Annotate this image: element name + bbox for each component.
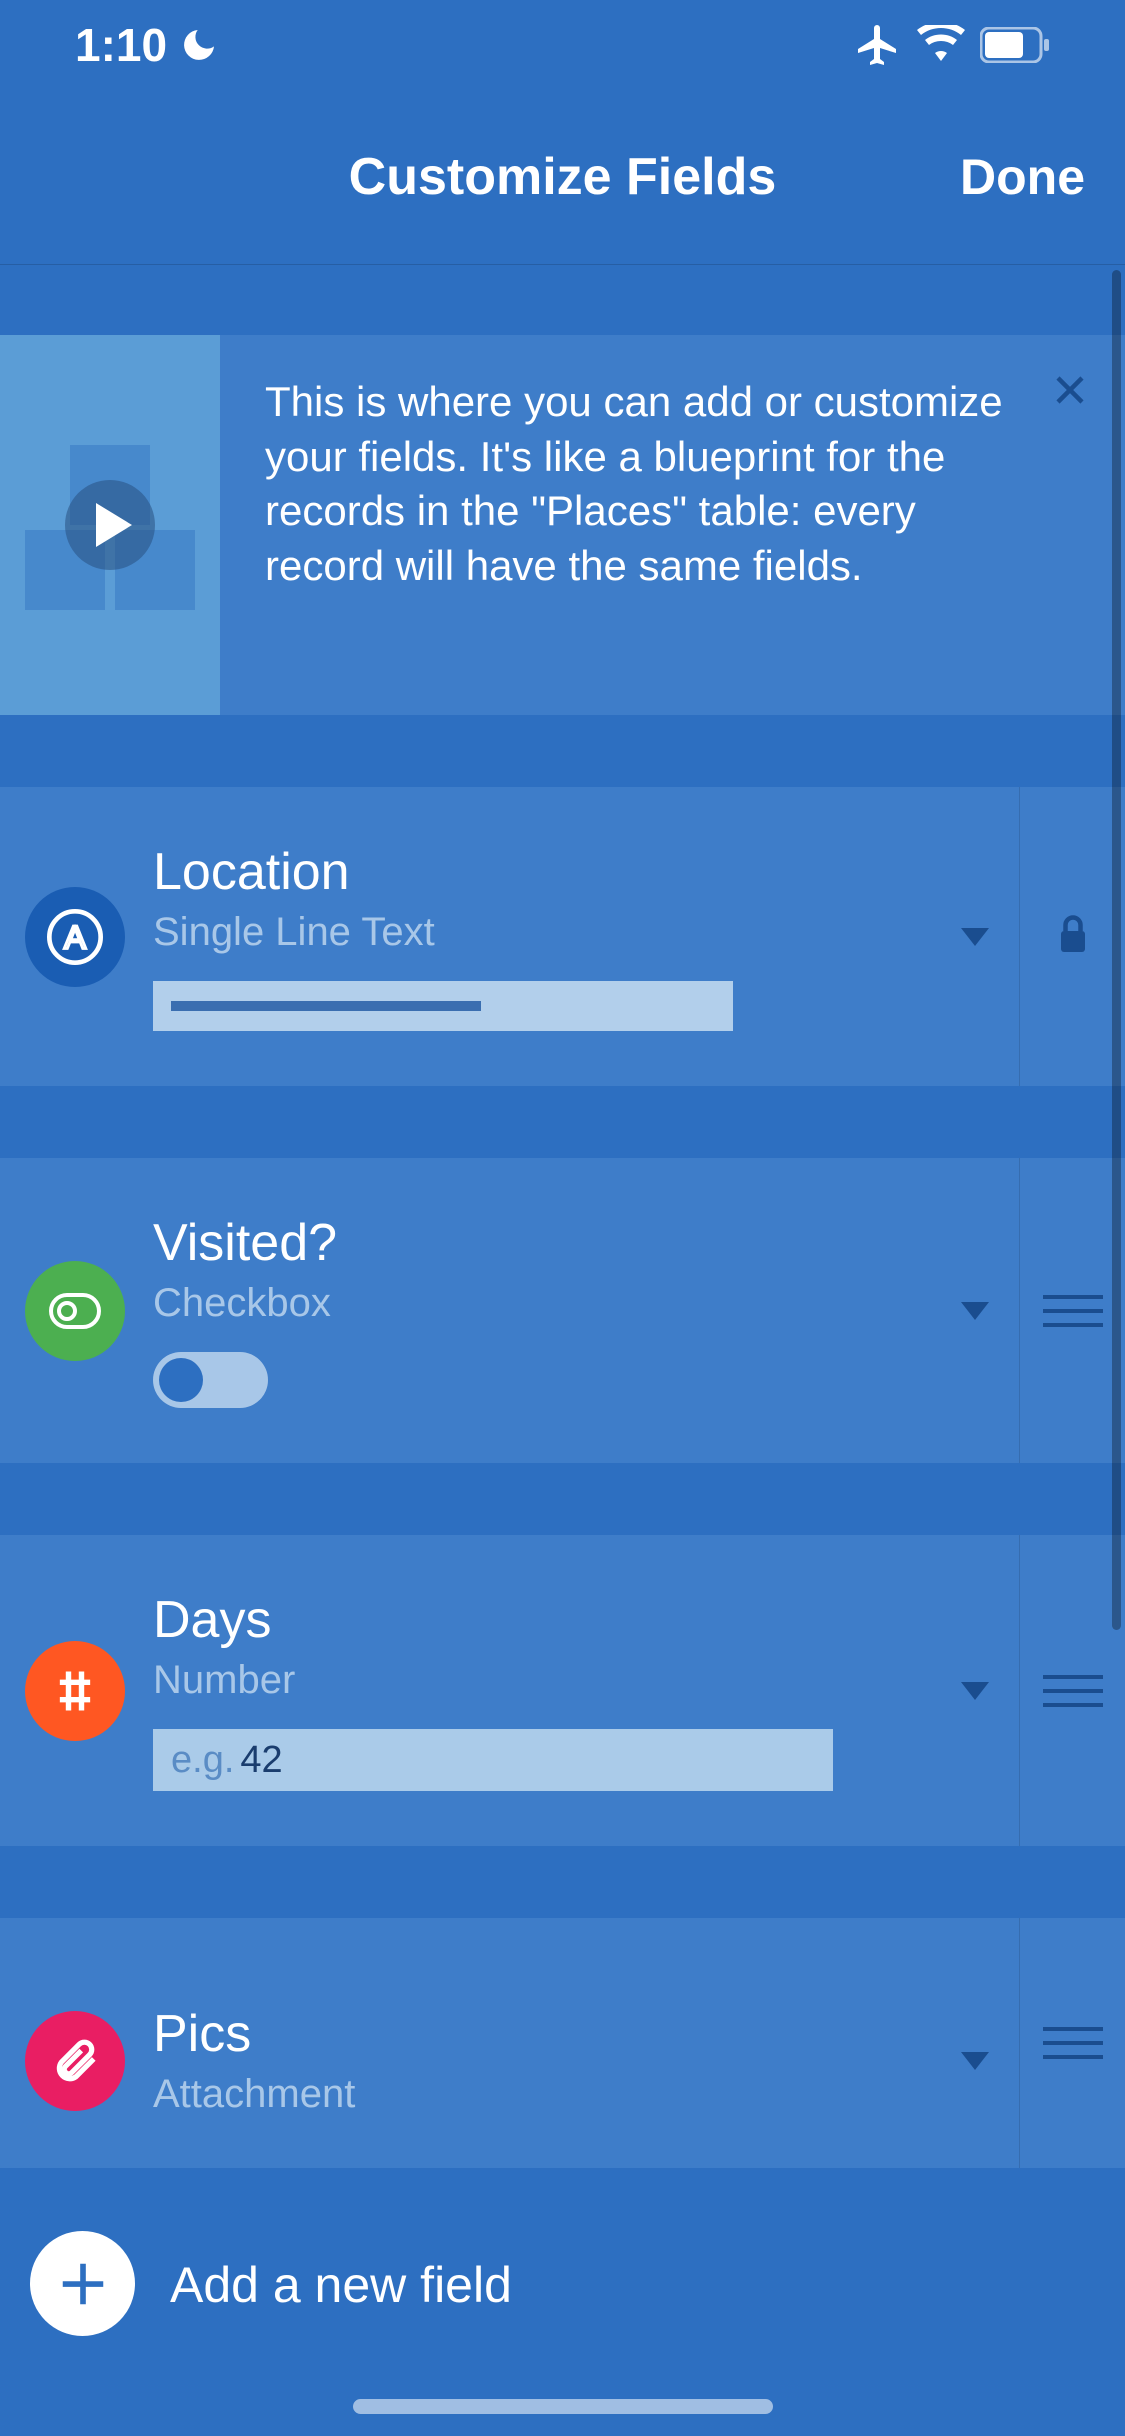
page-title: Customize Fields [349,147,777,207]
field-row-visited[interactable]: Visited? Checkbox [0,1158,1125,1463]
field-name: Days [153,1590,933,1650]
play-icon [65,480,155,570]
field-row-location[interactable]: A Location Single Line Text [0,787,1125,1086]
add-field-button[interactable] [30,2231,135,2336]
drag-icon [1043,1295,1103,1327]
chevron-down-icon [961,1302,989,1320]
field-row-pics[interactable]: Pics Attachment [0,1918,1125,2168]
field-type: Attachment [153,2072,933,2117]
attachment-field-icon [25,2011,125,2111]
svg-text:A: A [64,918,86,955]
close-info-button[interactable] [1045,365,1095,415]
airplane-icon [854,21,902,69]
moon-icon [179,25,219,65]
info-banner: This is where you can add or customize y… [0,335,1125,715]
wifi-icon [917,25,965,65]
field-main[interactable]: Days Number e.g. 42 [0,1535,1020,1846]
status-time: 1:10 [75,18,167,72]
field-row-days[interactable]: Days Number e.g. 42 [0,1535,1125,1846]
scroll-indicator[interactable] [1112,270,1121,1630]
field-type: Checkbox [153,1281,933,1326]
field-name: Visited? [153,1213,933,1273]
field-name: Pics [153,2004,933,2064]
field-main[interactable]: Pics Attachment [0,1918,1020,2168]
lock-icon [1055,912,1091,961]
chevron-down-icon [961,2052,989,2070]
field-main[interactable]: Visited? Checkbox [0,1158,1020,1463]
status-time-group: 1:10 [75,18,219,72]
plus-icon [56,2257,110,2311]
field-body: Location Single Line Text [153,842,933,1031]
status-icons [854,21,1050,69]
drag-handle[interactable] [1020,1535,1125,1846]
drag-handle[interactable] [1020,1158,1125,1463]
example-prefix: e.g. [171,1739,234,1782]
drag-handle[interactable] [1020,1918,1125,2168]
home-indicator[interactable] [353,2399,773,2414]
checkbox-field-icon [25,1261,125,1361]
field-name: Location [153,842,933,902]
nav-bar: Customize Fields Done [0,90,1125,265]
field-main[interactable]: A Location Single Line Text [0,787,1020,1086]
field-body: Pics Attachment [153,2004,933,2117]
number-field-icon [25,1641,125,1741]
drag-icon [1043,2027,1103,2059]
status-bar: 1:10 [0,0,1125,90]
chevron-down-icon [961,1682,989,1700]
add-field-label: Add a new field [170,2231,512,2314]
content: This is where you can add or customize y… [0,265,1125,2168]
field-type: Single Line Text [153,910,933,955]
text-field-icon: A [25,887,125,987]
field-body: Visited? Checkbox [153,1213,933,1408]
done-button[interactable]: Done [960,148,1085,206]
drag-icon [1043,1675,1103,1707]
example-value: 42 [240,1739,282,1782]
toggle-preview[interactable] [153,1352,268,1408]
text-preview [153,981,733,1031]
field-lock-area [1020,787,1125,1086]
number-preview: e.g. 42 [153,1729,833,1791]
info-text: This is where you can add or customize y… [220,335,1125,715]
chevron-down-icon [961,928,989,946]
info-video-thumb[interactable] [0,335,220,715]
close-icon [1052,372,1088,408]
field-type: Number [153,1658,933,1703]
field-body: Days Number e.g. 42 [153,1590,933,1791]
battery-icon [980,27,1050,63]
